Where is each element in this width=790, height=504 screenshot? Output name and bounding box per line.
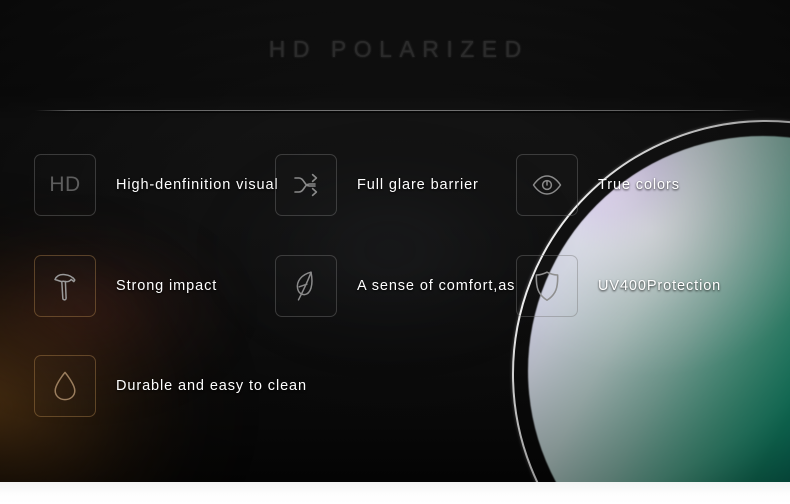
eye-icon [516, 154, 578, 216]
feature-uv400-protection: UV400Protection [516, 255, 721, 317]
feature-label: Full glare barrier [357, 177, 479, 193]
feather-icon [275, 255, 337, 317]
feature-label: Durable and easy to clean [116, 378, 307, 394]
divider-shadow [35, 111, 756, 113]
hd-icon-label: HD [49, 173, 81, 196]
feature-strong-impact: Strong impact [34, 255, 217, 317]
dark-panel: HD POLARIZED HD High-denfinition visual … [0, 0, 790, 482]
water-drop-icon [34, 355, 96, 417]
shield-icon [516, 255, 578, 317]
hammer-icon [34, 255, 96, 317]
shuffle-icon [275, 154, 337, 216]
feature-label: True colors [598, 177, 680, 193]
bottom-strip [0, 482, 790, 504]
feature-high-definition-visual: HD High-denfinition visual [34, 154, 279, 216]
feature-true-colors: True colors [516, 154, 680, 216]
product-banner: HD POLARIZED HD High-denfinition visual … [0, 0, 790, 504]
feature-label: High-denfinition visual [116, 177, 279, 193]
divider [35, 110, 756, 111]
feature-label: Strong impact [116, 278, 218, 294]
feature-label: A sense of comfort,as [357, 278, 516, 294]
feature-full-glare-barrier: Full glare barrier [275, 154, 479, 216]
feature-sense-of-comfort: A sense of comfort,as [275, 255, 515, 317]
hd-icon: HD [34, 154, 96, 216]
feature-durable-easy-clean: Durable and easy to clean [34, 355, 307, 417]
feature-label: UV400Protection [598, 278, 722, 294]
page-title: HD POLARIZED [268, 36, 529, 62]
